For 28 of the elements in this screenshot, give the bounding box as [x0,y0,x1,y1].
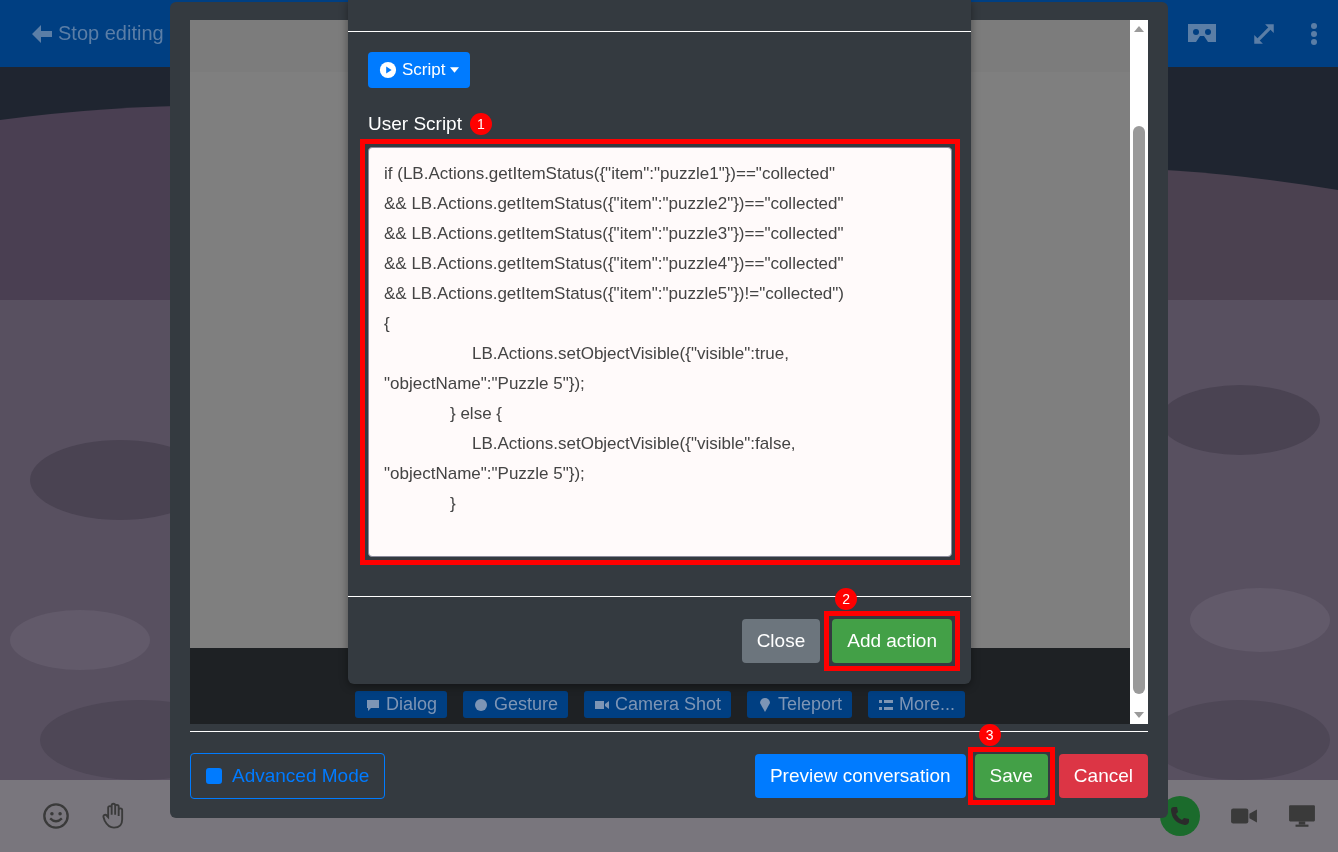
action-type-button[interactable]: Dialog [354,691,447,718]
dialog-footer-button[interactable]: Save [974,754,1048,798]
step-number-badge: 3 [978,724,1001,746]
action-type-button[interactable]: More... [868,691,966,718]
script-dialog-button[interactable]: Close [741,619,821,663]
step-number-badge: 1 [469,113,492,135]
step-number-badge: 2 [835,588,858,610]
checkbox[interactable] [206,768,222,784]
advanced-mode-toggle[interactable]: Advanced Mode [190,753,386,799]
script-dialog-button[interactable]: Add action [832,619,952,663]
smiley-icon[interactable] [42,802,70,830]
scroll-up-icon[interactable] [1134,26,1144,32]
phone-icon [1168,804,1192,828]
play-icon [379,61,397,79]
field-label: User Script [368,113,462,135]
more-options-icon[interactable] [1310,20,1318,47]
action-type-button[interactable]: Gesture [462,691,568,718]
stop-editing-link[interactable]: Stop editing [58,22,164,45]
script-field[interactable]: if (LB.Actions.getItemStatus({"item":"puzzle1"})=="collected" && LB.Actions.getItemStatus({"item":"puzzle2"})=="collected" && LB.Actions.getItemStatus({"item":"puzzle3"})=="collected" && LB.Actions.getItemStatus({"item":"puzzle4"})=="collected" && LB.Actions.getItemStatus({"item":"puzzle5"})!="collected") { LB.Actions.setObjectVisible({"visible":true, "objectName":"Puzzle 5"}); } else { LB.Actions.setObjectVisible({"visible":false, "objectName":"Puzzle 5"}); } [368,147,952,557]
circle-icon [472,696,489,713]
dialog-footer-button[interactable]: Cancel [1058,754,1148,798]
scrollbar[interactable] [1130,20,1148,724]
action-type-dropdown[interactable]: Script [368,52,471,88]
action-type-button[interactable]: Teleport [747,691,853,718]
monitor-icon[interactable] [1288,802,1316,830]
action-type-button[interactable]: Camera Shot [583,691,732,718]
scroll-down-icon[interactable] [1134,712,1144,718]
dialog-footer-button[interactable]: Preview conversation [754,754,966,798]
